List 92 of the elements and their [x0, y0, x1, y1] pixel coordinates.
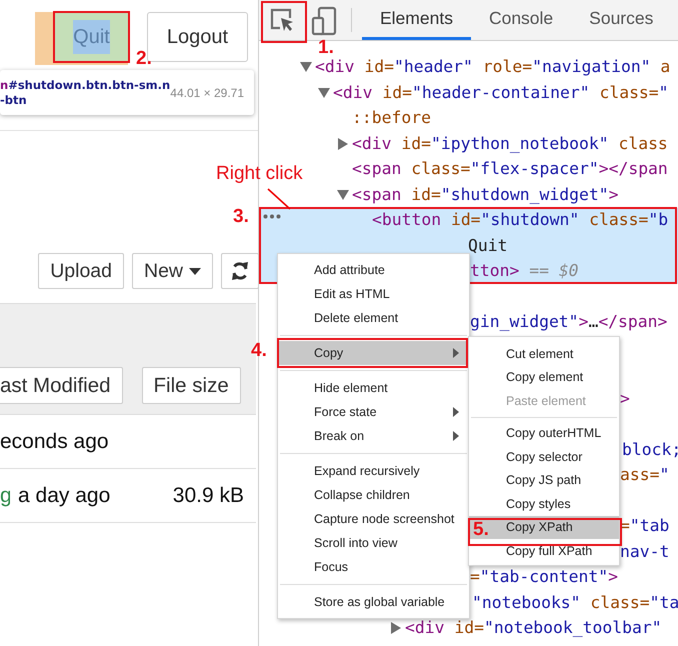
device-toolbar-icon[interactable] — [311, 6, 337, 36]
upload-button[interactable]: Upload — [38, 253, 124, 289]
logout-button[interactable]: Logout — [147, 12, 248, 62]
code-row[interactable]: <button id="shutdown" class="b — [259, 208, 678, 233]
menu-item-label: Copy — [314, 346, 344, 360]
menu-item-label: Add attribute — [314, 263, 386, 277]
code-row[interactable]: <div id="header-container" class=" — [318, 80, 678, 106]
code-row[interactable]: <div id="notebook_toolbar" — [390, 616, 678, 641]
submenu-arrow-icon — [453, 431, 459, 441]
menu-item-label: Break on — [314, 429, 366, 443]
step-annotation: Right click — [216, 164, 303, 185]
caret-icon — [189, 268, 201, 274]
new-dropdown-button[interactable]: New — [132, 253, 213, 289]
menu-item[interactable]: Copy styles — [469, 492, 619, 516]
code-row[interactable]: nav-t — [620, 539, 678, 564]
menu-item[interactable]: Copy element — [469, 366, 619, 389]
menu-item-label: Delete element — [314, 311, 400, 325]
code-line: <div id="notebook_toolbar" — [405, 619, 662, 638]
submenu-arrow-icon — [453, 348, 459, 358]
menu-item[interactable]: Delete element — [278, 306, 469, 330]
file-name-link[interactable]: g — [0, 484, 10, 508]
code-row[interactable]: > — [620, 386, 678, 412]
code-row[interactable]: ::before — [352, 106, 678, 131]
element-selector: n#shutdown.btn.btn-sm.n -btn — [0, 78, 170, 108]
code-row[interactable]: <span id="shutdown_widget"> — [337, 182, 678, 208]
devtools-tab[interactable]: Elements — [362, 0, 471, 40]
menu-item[interactable]: Capture node screenshot — [278, 507, 469, 531]
menu-item[interactable]: Expand recursively — [278, 459, 469, 483]
element-size: 44.01 × 29.71 — [170, 86, 244, 100]
code-line: Quit — [468, 236, 508, 255]
expanded-triangle-icon[interactable] — [318, 88, 330, 98]
code-row[interactable]: ass=" — [620, 462, 678, 488]
code-row[interactable]: ="tab-content"> — [470, 564, 678, 590]
collapsed-triangle-icon[interactable] — [390, 622, 402, 634]
menu-item[interactable]: Cut element — [469, 342, 619, 366]
code-line: tton> == $0 — [470, 262, 579, 280]
code-line: gin_widget">…</span> — [470, 313, 668, 332]
devtools-tab[interactable]: Console — [470, 0, 572, 40]
menu-item[interactable]: Copy outerHTML — [469, 422, 619, 445]
menu-item-label: Focus — [314, 560, 350, 574]
menu-item[interactable]: Copy — [278, 341, 469, 365]
menu-item-label: Edit as HTML — [314, 287, 391, 301]
code-row[interactable]: <div id="ipython_notebook" class — [337, 131, 678, 156]
menu-item-label: Scroll into view — [314, 536, 398, 550]
modified-time: econds ago — [0, 430, 109, 454]
menu-item[interactable]: Break on — [278, 424, 469, 448]
code-line: ::before — [352, 109, 431, 128]
menu-item[interactable]: Store as global variable — [278, 590, 469, 614]
menu-item-label: Expand recursively — [314, 464, 421, 478]
annotation-frame — [261, 1, 307, 43]
code-line: > — [620, 390, 630, 408]
submenu-arrow-icon — [453, 407, 459, 417]
refresh-button[interactable] — [221, 253, 259, 289]
menu-item[interactable]: Edit as HTML — [278, 282, 469, 306]
code-line: <span class="flex-spacer"></span — [352, 160, 668, 178]
expanded-triangle-icon[interactable] — [300, 62, 312, 72]
menu-item-label: Force state — [314, 405, 378, 419]
collapsed-triangle-icon[interactable] — [337, 138, 349, 150]
sort-button[interactable]: ast Modified — [0, 367, 123, 404]
menu-item[interactable]: Copy JS path — [469, 468, 619, 492]
step-annotation: 5. — [473, 520, 489, 541]
code-line: <div id="ipython_notebook" class — [352, 134, 668, 153]
code-line: <div id="header-container" class=" — [333, 84, 669, 102]
step-annotation: 4. — [251, 341, 267, 362]
menu-item[interactable]: Force state — [278, 400, 469, 424]
code-row[interactable]: <span class="flex-spacer"></span — [352, 156, 678, 182]
code-row[interactable]: gin_widget">…</span> — [470, 310, 678, 335]
code-line: <span id="shutdown_widget"> — [352, 186, 618, 204]
code-line: nav-t — [620, 542, 670, 561]
menu-item-label: Store as global variable — [314, 595, 446, 609]
menu-item[interactable]: Focus — [278, 555, 469, 579]
code-line: <div id="header" role="navigation" a — [315, 58, 670, 76]
refresh-icon — [230, 261, 250, 281]
modified-time: a day ago — [18, 484, 110, 508]
sort-button[interactable]: File size — [142, 367, 241, 404]
step-annotation: 3. — [233, 207, 249, 228]
menu-item-label: Hide element — [314, 381, 389, 395]
menu-item-label: Capture node screenshot — [314, 512, 456, 526]
menu-item[interactable]: Scroll into view — [278, 531, 469, 555]
menu-item[interactable]: Add attribute — [278, 258, 469, 282]
file-size: 30.9 kB — [172, 484, 244, 508]
leader-line — [266, 187, 292, 211]
more-dots-icon[interactable] — [263, 214, 281, 218]
menu-item[interactable]: Copy selector — [469, 445, 619, 468]
menu-item[interactable]: Hide element — [278, 376, 469, 400]
expanded-triangle-icon[interactable] — [337, 190, 349, 200]
code-line: ="tab-content"> — [470, 568, 618, 586]
menu-item-label: Collapse children — [314, 488, 411, 502]
code-line: <button id="shutdown" class="b — [372, 211, 668, 230]
menu-item[interactable]: Collapse children — [278, 483, 469, 507]
code-line: ass=" — [620, 466, 670, 484]
devtools-tab[interactable]: Sources — [571, 0, 672, 40]
